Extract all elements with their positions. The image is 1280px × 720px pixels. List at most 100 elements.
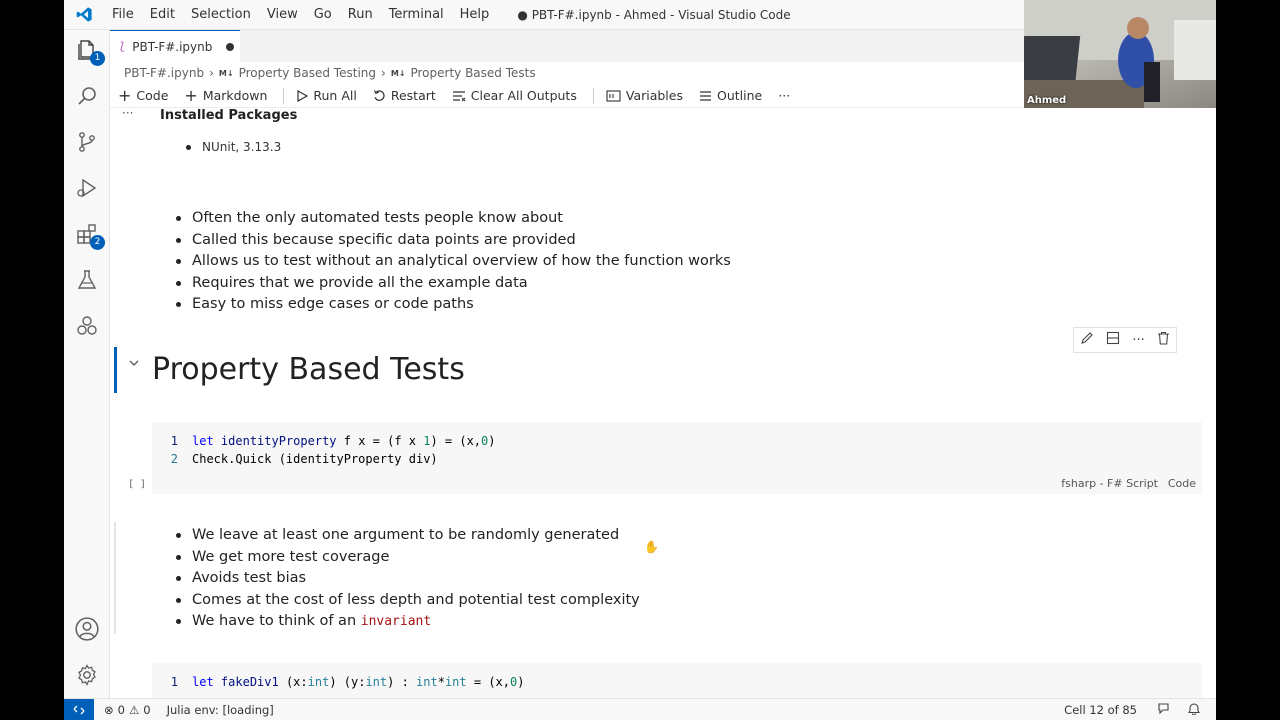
extensions-badge: 2 — [90, 235, 105, 250]
menu-file[interactable]: File — [104, 0, 142, 30]
cell-position[interactable]: Cell 12 of 85 — [1064, 703, 1137, 717]
installed-packages-title: Installed Packages — [160, 108, 298, 123]
plus-icon: + — [184, 86, 198, 105]
webcam-scene-icon — [1024, 0, 1216, 108]
menu-edit[interactable]: Edit — [142, 0, 183, 30]
clear-all-outputs-button[interactable]: Clear All Outputs — [452, 88, 577, 103]
variables-button[interactable]: Variables — [606, 88, 683, 103]
menu-run[interactable]: Run — [340, 0, 381, 30]
more-actions-button[interactable]: ··· — [778, 88, 790, 103]
split-cell-icon[interactable] — [1106, 331, 1120, 349]
example-based-bullets: Often the only automated tests people kn… — [176, 208, 731, 316]
inline-code: invariant — [360, 614, 432, 630]
add-markdown-cell-button[interactable]: + Markdown — [184, 86, 267, 105]
edit-pencil-icon[interactable] — [1080, 331, 1094, 349]
add-markdown-label: Markdown — [202, 88, 268, 103]
breadcrumb-section[interactable]: Property Based Testing — [239, 66, 376, 80]
more-options-icon[interactable]: ··· — [1132, 333, 1144, 348]
fsharp-file-icon: ⟅ — [120, 40, 125, 53]
delete-trash-icon[interactable] — [1157, 331, 1170, 349]
feedback-icon[interactable] — [1158, 702, 1172, 718]
list-item: Called this because specific data points… — [176, 230, 731, 252]
code-text: let identityProperty f x = (f x 1) = (x,… — [192, 434, 496, 448]
chevron-right-icon: › — [381, 66, 386, 80]
menu-terminal[interactable]: Terminal — [381, 0, 452, 30]
activity-bar: 1 2 — [64, 30, 110, 698]
menu-go[interactable]: Go — [306, 0, 340, 30]
warning-count: 0 — [143, 702, 151, 717]
jupyter-icon[interactable] — [73, 312, 101, 340]
menu-view[interactable]: View — [259, 0, 306, 30]
notifications-bell-icon[interactable] — [1187, 702, 1201, 718]
testing-flask-icon[interactable] — [73, 266, 101, 294]
chevron-right-icon: › — [209, 66, 214, 80]
outline-label: Outline — [716, 88, 763, 103]
list-item: We get more test coverage — [176, 547, 640, 569]
julia-env-status[interactable]: Julia env: [loading] — [167, 703, 274, 717]
error-count: 0 — [117, 702, 125, 717]
toolbar-separator — [283, 87, 285, 104]
code-cell[interactable]: 1 let fakeDiv1 (x:int) (y:int) : int*int… — [152, 663, 1202, 698]
notebook-editor[interactable]: ··· Installed Packages NUnit, 3.13.3 Oft… — [110, 108, 1216, 698]
breadcrumb-file[interactable]: PBT-F#.ipynb — [124, 66, 204, 80]
webcam-video: Ahmed — [1024, 0, 1216, 108]
hand-cursor-icon: ✋ — [644, 540, 659, 554]
account-icon[interactable] — [73, 615, 101, 643]
run-debug-icon[interactable] — [73, 174, 101, 202]
webcam-participant-name: Ahmed — [1027, 95, 1067, 106]
remote-indicator-icon[interactable] — [64, 698, 94, 720]
focused-cell-indicator — [114, 347, 117, 393]
list-item: We have to think of an invariant — [176, 611, 640, 633]
menu-selection[interactable]: Selection — [183, 0, 259, 30]
cell-language[interactable]: fsharp - F# Script — [1061, 477, 1158, 490]
list-item: Often the only automated tests people kn… — [176, 208, 731, 230]
code-line[interactable]: 2 Check.Quick (identityProperty div) — [152, 450, 1202, 468]
variables-icon — [606, 89, 621, 102]
explorer-icon[interactable]: 1 — [73, 36, 105, 66]
code-cell[interactable]: 1 let identityProperty f x = (f x 1) = (… — [152, 422, 1202, 494]
run-all-label: Run All — [313, 88, 357, 103]
cell-action-toolbar: ··· — [1073, 327, 1177, 353]
error-icon: ⊗ — [104, 702, 114, 717]
line-number: 2 — [170, 452, 178, 466]
problems-indicator[interactable]: ⊗ 0 ⚠ 0 — [104, 703, 151, 717]
variables-label: Variables — [625, 88, 683, 103]
list-item: Allows us to test without an analytical … — [176, 251, 731, 273]
warning-icon: ⚠ — [128, 702, 140, 717]
list-item: Requires that we provide all the example… — [176, 273, 731, 295]
cell-side-indicator — [114, 522, 116, 634]
unsaved-dot-icon[interactable] — [226, 42, 235, 51]
vscode-window: File Edit Selection View Go Run Terminal… — [64, 0, 1216, 720]
collapse-chevron-icon[interactable] — [128, 354, 140, 373]
toolbar-separator — [592, 87, 594, 104]
cell-type[interactable]: Code — [1168, 477, 1196, 490]
tab-pbt-notebook[interactable]: ⟅ PBT-F#.ipynb — [110, 30, 240, 62]
run-all-button[interactable]: Run All — [296, 88, 357, 103]
list-item: Comes at the cost of less depth and pote… — [176, 590, 640, 612]
source-control-icon[interactable] — [73, 128, 101, 156]
bullet-text: We have to think of an — [192, 613, 361, 630]
code-line[interactable]: 1 let identityProperty f x = (f x 1) = (… — [152, 432, 1202, 450]
outline-button[interactable]: Outline — [699, 88, 762, 103]
explorer-badge: 1 — [90, 51, 105, 66]
installed-packages-list: NUnit, 3.13.3 — [186, 137, 281, 159]
add-code-cell-button[interactable]: + Code — [118, 86, 168, 105]
outline-list-icon — [699, 90, 711, 101]
line-number: 1 — [170, 434, 178, 448]
breadcrumb-subsection[interactable]: Property Based Tests — [410, 66, 535, 80]
play-icon — [297, 89, 309, 102]
markdown-icon: M↓ — [218, 68, 234, 78]
execution-count: [ ] — [128, 479, 147, 490]
restart-button[interactable]: Restart — [373, 88, 436, 103]
code-line[interactable]: 1 let fakeDiv1 (x:int) (y:int) : int*int… — [152, 673, 1202, 691]
clear-outputs-icon — [452, 90, 466, 101]
markdown-icon: M↓ — [390, 68, 406, 78]
vscode-logo-icon — [64, 6, 104, 23]
restart-icon — [373, 90, 385, 101]
search-icon[interactable] — [73, 82, 101, 110]
section-heading: Property Based Tests — [152, 352, 465, 387]
add-code-label: Code — [136, 88, 169, 103]
output-more-button[interactable]: ··· — [122, 108, 133, 120]
settings-gear-icon[interactable] — [73, 661, 101, 689]
extensions-icon[interactable]: 2 — [73, 220, 105, 250]
